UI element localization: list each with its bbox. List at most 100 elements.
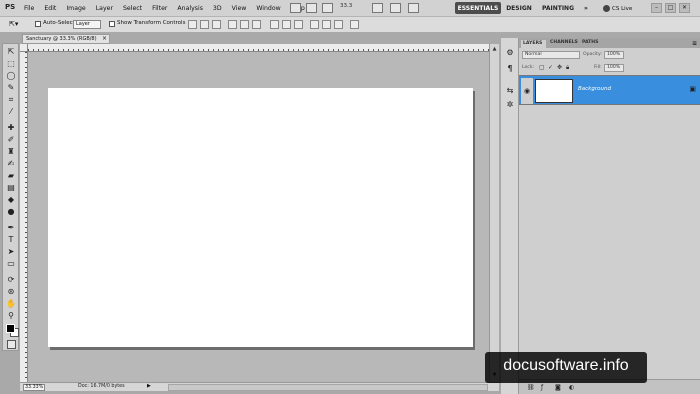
distribute-right-icon[interactable] xyxy=(334,20,343,29)
pen-tool-icon[interactable]: ✒ xyxy=(6,223,16,233)
close-document-icon[interactable]: × xyxy=(102,35,107,43)
blend-mode-select[interactable]: Normal xyxy=(522,51,580,59)
path-select-icon[interactable]: ➤ xyxy=(6,247,16,257)
align-left-icon[interactable] xyxy=(228,20,237,29)
auto-align-icon[interactable] xyxy=(350,20,359,29)
healing-brush-icon[interactable]: ✚ xyxy=(6,123,16,133)
layer-style-icon[interactable]: ƒ xyxy=(541,384,543,391)
distribute-hcenter-icon[interactable] xyxy=(322,20,331,29)
hand-tool-icon[interactable] xyxy=(372,3,383,13)
show-transform-checkbox[interactable] xyxy=(109,21,115,27)
workspace-painting[interactable]: PAINTING xyxy=(540,2,576,14)
blur-tool-icon[interactable]: ◆ xyxy=(6,195,16,205)
distribute-left-icon[interactable] xyxy=(310,20,319,29)
link-layers-icon[interactable]: ⛓ xyxy=(527,384,535,391)
minimize-button[interactable]: – xyxy=(651,3,662,13)
close-button[interactable]: ✕ xyxy=(679,3,690,13)
history-panel-icon[interactable]: ⚙ xyxy=(505,48,515,58)
screen-mode-icon[interactable] xyxy=(408,3,419,13)
tab-channels[interactable]: CHANNELS xyxy=(550,40,578,45)
tab-paths[interactable]: PATHS xyxy=(582,40,598,45)
lock-all-icon[interactable]: 🔒︎ xyxy=(566,64,569,72)
lock-pixels-icon[interactable]: ✓ xyxy=(548,64,553,71)
type-tool-icon[interactable]: T xyxy=(6,235,16,245)
crop-tool-icon[interactable]: ⌗ xyxy=(6,95,16,105)
align-bottom-icon[interactable] xyxy=(212,20,221,29)
status-menu-arrow-icon[interactable]: ▶ xyxy=(147,383,151,389)
workspace-design[interactable]: DESIGN xyxy=(505,2,533,14)
vertical-ruler[interactable] xyxy=(20,52,28,382)
add-mask-icon[interactable]: ◙ xyxy=(555,384,561,391)
shape-tool-icon[interactable]: ▭ xyxy=(6,259,16,269)
align-vcenter-icon[interactable] xyxy=(200,20,209,29)
bridge-icon[interactable] xyxy=(290,3,301,13)
align-hcenter-icon[interactable] xyxy=(240,20,249,29)
auto-select-dropdown[interactable]: Layer xyxy=(73,20,101,29)
image-canvas[interactable] xyxy=(48,88,473,347)
move-tool-icon[interactable]: ⇱ xyxy=(6,47,16,57)
eyedropper-icon[interactable]: ⁄ xyxy=(6,107,16,117)
horizontal-ruler[interactable] xyxy=(28,44,499,52)
marquee-tool-icon[interactable]: ⬚ xyxy=(6,59,16,69)
menu-edit[interactable]: Edit xyxy=(44,5,56,12)
zoom-level-select[interactable]: 33.3 xyxy=(340,3,366,13)
adjustments-panel-icon[interactable]: ⇆ xyxy=(505,86,515,96)
arrange-documents-icon[interactable] xyxy=(390,3,401,13)
extras-icon[interactable] xyxy=(322,3,333,13)
dodge-tool-icon[interactable]: ● xyxy=(6,207,16,217)
move-tool-icon[interactable]: ⇱▾ xyxy=(9,20,18,28)
layer-name[interactable]: Background xyxy=(578,86,611,92)
opacity-field[interactable]: 100% xyxy=(604,51,624,59)
masks-panel-icon[interactable]: ✲ xyxy=(505,100,515,110)
menu-view[interactable]: View xyxy=(232,5,247,12)
lock-transparency-icon[interactable]: ▢ xyxy=(539,64,545,71)
align-right-icon[interactable] xyxy=(252,20,261,29)
distribute-bottom-icon[interactable] xyxy=(294,20,303,29)
3d-orbit-icon[interactable]: ⊛ xyxy=(6,287,16,297)
vertical-scrollbar[interactable]: ▲ ▼ xyxy=(489,44,499,382)
horizontal-scrollbar[interactable] xyxy=(168,384,488,391)
menu-layer[interactable]: Layer xyxy=(96,5,113,12)
mini-bridge-icon[interactable] xyxy=(306,3,317,13)
menu-file[interactable]: File xyxy=(24,5,34,12)
ruler-origin[interactable] xyxy=(20,44,28,52)
quick-mask-icon[interactable] xyxy=(7,340,16,349)
maximize-button[interactable]: □ xyxy=(665,3,676,13)
zoom-field[interactable]: 33.33% xyxy=(23,384,45,391)
clone-stamp-icon[interactable]: ♜ xyxy=(6,147,16,157)
foreground-color-swatch[interactable] xyxy=(6,324,15,333)
layer-visibility-eye-icon[interactable]: ◉ xyxy=(521,78,533,104)
lock-position-icon[interactable]: ✥ xyxy=(557,64,562,71)
menu-3d[interactable]: 3D xyxy=(213,5,222,12)
menu-window[interactable]: Window xyxy=(256,5,280,12)
eraser-icon[interactable]: ▰ xyxy=(6,171,16,181)
workspace-essentials[interactable]: ESSENTIALS xyxy=(455,2,501,14)
quick-select-icon[interactable]: ✎ xyxy=(6,83,16,93)
zoom-tool-icon[interactable]: ⚲ xyxy=(6,311,16,321)
align-top-icon[interactable] xyxy=(188,20,197,29)
hand-tool-icon[interactable]: ✋ xyxy=(6,299,16,309)
history-brush-icon[interactable]: ✍ xyxy=(6,159,16,169)
adjustment-layer-icon[interactable]: ◐ xyxy=(569,384,574,391)
distribute-vcenter-icon[interactable] xyxy=(282,20,291,29)
menu-analysis[interactable]: Analysis xyxy=(177,5,203,12)
gradient-tool-icon[interactable]: ▤ xyxy=(6,183,16,193)
menu-filter[interactable]: Filter xyxy=(152,5,167,12)
actions-panel-icon[interactable]: ¶ xyxy=(505,64,515,74)
tab-layers[interactable]: LAYERS xyxy=(521,40,546,48)
document-tab[interactable]: Sanctuary @ 33.3% (RGB/8) × xyxy=(22,34,110,44)
menu-select[interactable]: Select xyxy=(123,5,142,12)
menu-bar: PS File Edit Image Layer Select Filter A… xyxy=(0,0,700,17)
fill-field[interactable]: 100% xyxy=(604,64,624,72)
layer-row-background[interactable]: ◉ Background ▣ xyxy=(519,75,700,105)
brush-tool-icon[interactable]: ✐ xyxy=(6,135,16,145)
workspace-more[interactable]: » xyxy=(581,2,591,14)
cs-live-button[interactable]: CS Live xyxy=(603,3,641,14)
lasso-tool-icon[interactable]: ◯ xyxy=(6,71,16,81)
3d-rotate-icon[interactable]: ⟳ xyxy=(6,275,16,285)
auto-select-checkbox[interactable] xyxy=(35,21,41,27)
panel-menu-icon[interactable]: ≡ xyxy=(692,40,697,47)
scroll-up-icon[interactable]: ▲ xyxy=(491,46,498,53)
menu-image[interactable]: Image xyxy=(66,5,85,12)
distribute-top-icon[interactable] xyxy=(270,20,279,29)
